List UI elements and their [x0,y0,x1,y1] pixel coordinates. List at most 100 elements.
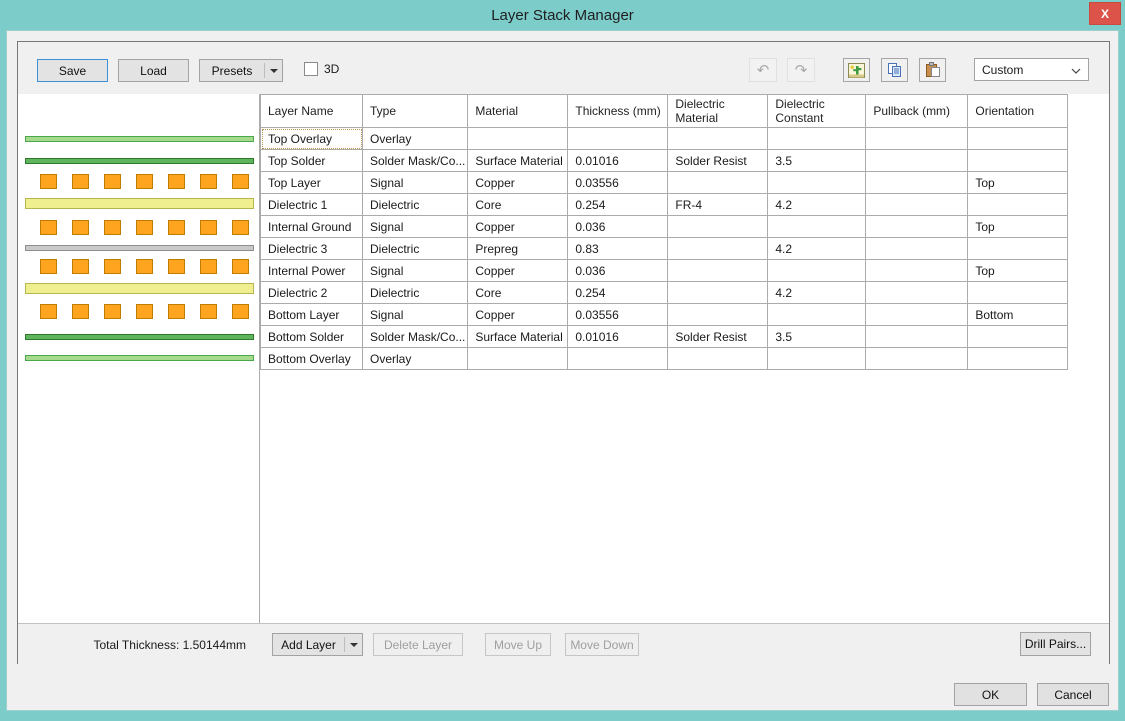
cell-layer-name[interactable]: Bottom Layer [261,304,363,326]
cell-dielectric-constant[interactable]: 4.2 [768,238,866,260]
cell-dielectric-material[interactable] [668,128,768,150]
cell-pullback-mm-[interactable] [866,326,968,348]
delete-layer-button[interactable]: Delete Layer [373,633,463,656]
export-image-icon[interactable] [843,58,870,82]
cell-dielectric-constant[interactable]: 4.2 [768,194,866,216]
cell-type[interactable]: Signal [363,216,468,238]
cell-thickness-mm-[interactable]: 0.036 [568,216,668,238]
cell-orientation[interactable]: Top [968,172,1068,194]
cell-material[interactable] [468,128,568,150]
cell-material[interactable]: Core [468,282,568,304]
cell-pullback-mm-[interactable] [866,216,968,238]
cell-pullback-mm-[interactable] [866,172,968,194]
copy-icon[interactable] [881,58,908,82]
cell-dielectric-constant[interactable] [768,128,866,150]
cell-dielectric-constant[interactable] [768,304,866,326]
cell-thickness-mm-[interactable]: 0.01016 [568,326,668,348]
cell-orientation[interactable] [968,194,1068,216]
cell-material[interactable]: Copper [468,304,568,326]
cell-dielectric-constant[interactable] [768,172,866,194]
cell-dielectric-constant[interactable] [768,260,866,282]
cell-thickness-mm-[interactable] [568,348,668,370]
cell-thickness-mm-[interactable]: 0.01016 [568,150,668,172]
add-layer-button[interactable]: Add Layer [272,633,363,656]
cell-dielectric-material[interactable] [668,238,768,260]
cell-layer-name[interactable]: Internal Ground [261,216,363,238]
chevron-down-icon[interactable] [345,643,362,647]
cell-dielectric-material[interactable]: Solder Resist [668,150,768,172]
cell-dielectric-material[interactable] [668,282,768,304]
cell-type[interactable]: Dielectric [363,194,468,216]
save-button[interactable]: Save [37,59,108,82]
presets-button[interactable]: Presets [199,59,283,82]
cell-orientation[interactable]: Bottom [968,304,1068,326]
cell-orientation[interactable] [968,326,1068,348]
cell-dielectric-constant[interactable]: 3.5 [768,326,866,348]
cell-orientation[interactable] [968,282,1068,304]
cell-type[interactable]: Dielectric [363,282,468,304]
cell-pullback-mm-[interactable] [866,348,968,370]
cell-type[interactable]: Signal [363,172,468,194]
cell-layer-name[interactable]: Internal Power [261,260,363,282]
titlebar[interactable]: Layer Stack Manager [0,0,1125,30]
cell-dielectric-constant[interactable]: 3.5 [768,150,866,172]
cell-dielectric-constant[interactable] [768,216,866,238]
cell-material[interactable]: Copper [468,216,568,238]
undo-icon[interactable]: ↶ [749,58,777,82]
preset-select[interactable]: Custom [974,58,1089,81]
cell-thickness-mm-[interactable]: 0.036 [568,260,668,282]
move-down-button[interactable]: Move Down [565,633,639,656]
move-up-button[interactable]: Move Up [485,633,551,656]
cell-type[interactable]: Signal [363,304,468,326]
cell-type[interactable]: Signal [363,260,468,282]
cell-material[interactable]: Core [468,194,568,216]
cell-layer-name[interactable]: Dielectric 1 [261,194,363,216]
cell-dielectric-material[interactable] [668,260,768,282]
cell-material[interactable] [468,348,568,370]
cell-material[interactable]: Copper [468,260,568,282]
cell-pullback-mm-[interactable] [866,304,968,326]
cell-dielectric-constant[interactable]: 4.2 [768,282,866,304]
checkbox-box[interactable] [304,62,318,76]
cell-material[interactable]: Surface Material [468,150,568,172]
cell-layer-name[interactable]: Dielectric 2 [261,282,363,304]
cell-orientation[interactable]: Top [968,260,1068,282]
close-icon[interactable]: X [1089,2,1121,25]
cell-thickness-mm-[interactable]: 0.254 [568,194,668,216]
cell-layer-name[interactable]: Top Solder [261,150,363,172]
cell-thickness-mm-[interactable]: 0.03556 [568,304,668,326]
cell-type[interactable]: Solder Mask/Co... [363,150,468,172]
cell-type[interactable]: Overlay [363,128,468,150]
cell-pullback-mm-[interactable] [866,282,968,304]
cell-dielectric-constant[interactable] [768,348,866,370]
cell-orientation[interactable]: Top [968,216,1068,238]
cell-layer-name[interactable]: Bottom Overlay [261,348,363,370]
cell-orientation[interactable] [968,128,1068,150]
paste-icon[interactable] [919,58,946,82]
cell-thickness-mm-[interactable] [568,128,668,150]
cell-layer-name[interactable]: Dielectric 3 [261,238,363,260]
cell-material[interactable]: Copper [468,172,568,194]
cell-pullback-mm-[interactable] [866,150,968,172]
cell-orientation[interactable] [968,150,1068,172]
cell-layer-name[interactable]: Top Overlay [261,128,363,150]
cell-dielectric-material[interactable] [668,216,768,238]
cell-orientation[interactable] [968,348,1068,370]
cell-thickness-mm-[interactable]: 0.254 [568,282,668,304]
cell-pullback-mm-[interactable] [866,128,968,150]
redo-icon[interactable]: ↷ [787,58,815,82]
cell-layer-name[interactable]: Top Layer [261,172,363,194]
cell-type[interactable]: Overlay [363,348,468,370]
cell-material[interactable]: Surface Material [468,326,568,348]
ok-button[interactable]: OK [954,683,1027,706]
drill-pairs-button[interactable]: Drill Pairs... [1020,632,1091,656]
cell-pullback-mm-[interactable] [866,194,968,216]
3d-checkbox[interactable]: 3D [304,62,339,76]
cell-pullback-mm-[interactable] [866,260,968,282]
chevron-down-icon[interactable] [265,69,282,73]
cell-dielectric-material[interactable] [668,304,768,326]
cell-thickness-mm-[interactable]: 0.03556 [568,172,668,194]
cell-type[interactable]: Solder Mask/Co... [363,326,468,348]
cell-dielectric-material[interactable] [668,348,768,370]
cell-dielectric-material[interactable] [668,172,768,194]
